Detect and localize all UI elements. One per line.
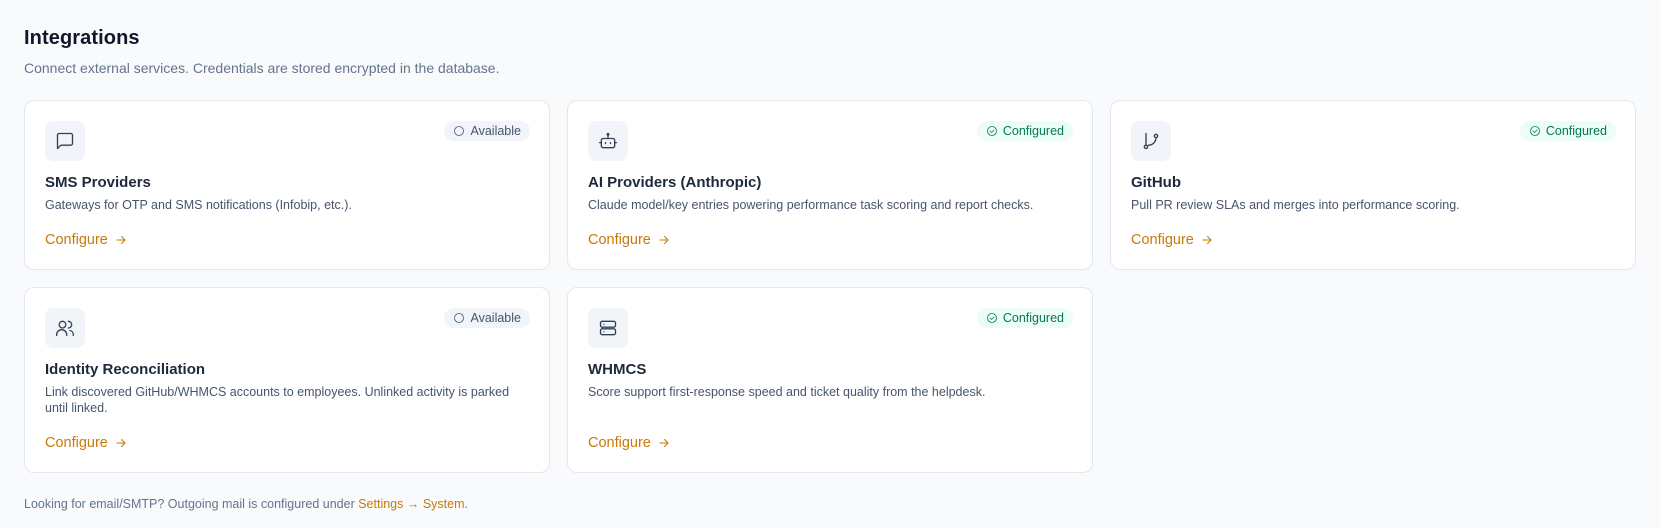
status-badge: Configured [976, 121, 1073, 141]
configure-link[interactable]: Configure [45, 434, 128, 452]
card-title: WHMCS [588, 361, 647, 378]
configure-label: Configure [588, 435, 651, 451]
check-circle-icon [1529, 126, 1540, 136]
status-label: Configured [1545, 124, 1607, 138]
check-circle-icon [986, 126, 997, 136]
integrations-grid: Available SMS Providers Gateways for OTP… [24, 100, 1636, 473]
status-badge: Configured [1519, 121, 1616, 141]
configure-link[interactable]: Configure [45, 231, 128, 249]
configure-label: Configure [45, 232, 108, 248]
status-label: Available [470, 124, 521, 138]
configure-link[interactable]: Configure [1131, 231, 1214, 249]
footer-text: Looking for email/SMTP? Outgoing mail is… [24, 497, 359, 511]
card-description: Claude model/key entries powering perfor… [588, 198, 1034, 212]
arrow-right-icon [1202, 235, 1212, 245]
card-description: Score support first-response speed and t… [588, 385, 986, 399]
arrow-right-icon [116, 235, 126, 245]
page-title: Integrations [24, 27, 140, 49]
status-badge: Configured [976, 308, 1073, 328]
users-icon [45, 308, 85, 348]
configure-label: Configure [1131, 232, 1194, 248]
card-title: SMS Providers [45, 174, 151, 191]
integration-card-sms-providers: Available SMS Providers Gateways for OTP… [24, 100, 550, 270]
page-subtitle: Connect external services. Credentials a… [24, 60, 500, 76]
check-circle-icon [986, 313, 997, 323]
card-description: Pull PR review SLAs and merges into perf… [1131, 198, 1460, 212]
arrow-right-icon [659, 438, 669, 448]
settings-system-link[interactable]: Settings → System [358, 497, 464, 511]
message-square-icon [45, 121, 85, 161]
integration-card-identity-reconciliation: Available Identity Reconciliation Link d… [24, 287, 550, 473]
status-badge: Available [444, 121, 530, 141]
circle-icon [454, 126, 465, 136]
status-label: Configured [1002, 311, 1064, 325]
card-title: Identity Reconciliation [45, 361, 206, 378]
arrow-right-icon [116, 438, 126, 448]
card-title: AI Providers (Anthropic) [588, 174, 762, 191]
bot-icon [588, 121, 628, 161]
integration-card-ai-providers: Configured AI Providers (Anthropic) Clau… [567, 100, 1093, 270]
status-label: Configured [1002, 124, 1064, 138]
status-badge: Available [444, 308, 530, 328]
footer-end: . [464, 497, 468, 511]
card-description: Link discovered GitHub/WHMCS accounts to… [45, 385, 510, 415]
integration-card-github: Configured GitHub Pull PR review SLAs an… [1110, 100, 1636, 270]
card-description: Gateways for OTP and SMS notifications (… [45, 198, 352, 212]
footer-note: Looking for email/SMTP? Outgoing mail is… [24, 496, 468, 512]
git-branch-icon [1131, 121, 1171, 161]
card-title: GitHub [1131, 174, 1181, 191]
integration-card-whmcs: Configured WHMCS Score support first-res… [567, 287, 1093, 473]
circle-icon [454, 313, 465, 323]
arrow-right-icon [659, 235, 669, 245]
status-label: Available [470, 311, 521, 325]
configure-link[interactable]: Configure [588, 434, 671, 452]
configure-label: Configure [45, 435, 108, 451]
configure-label: Configure [588, 232, 651, 248]
integrations-page: Integrations Connect external services. … [0, 0, 1660, 528]
configure-link[interactable]: Configure [588, 231, 671, 249]
server-icon [588, 308, 628, 348]
